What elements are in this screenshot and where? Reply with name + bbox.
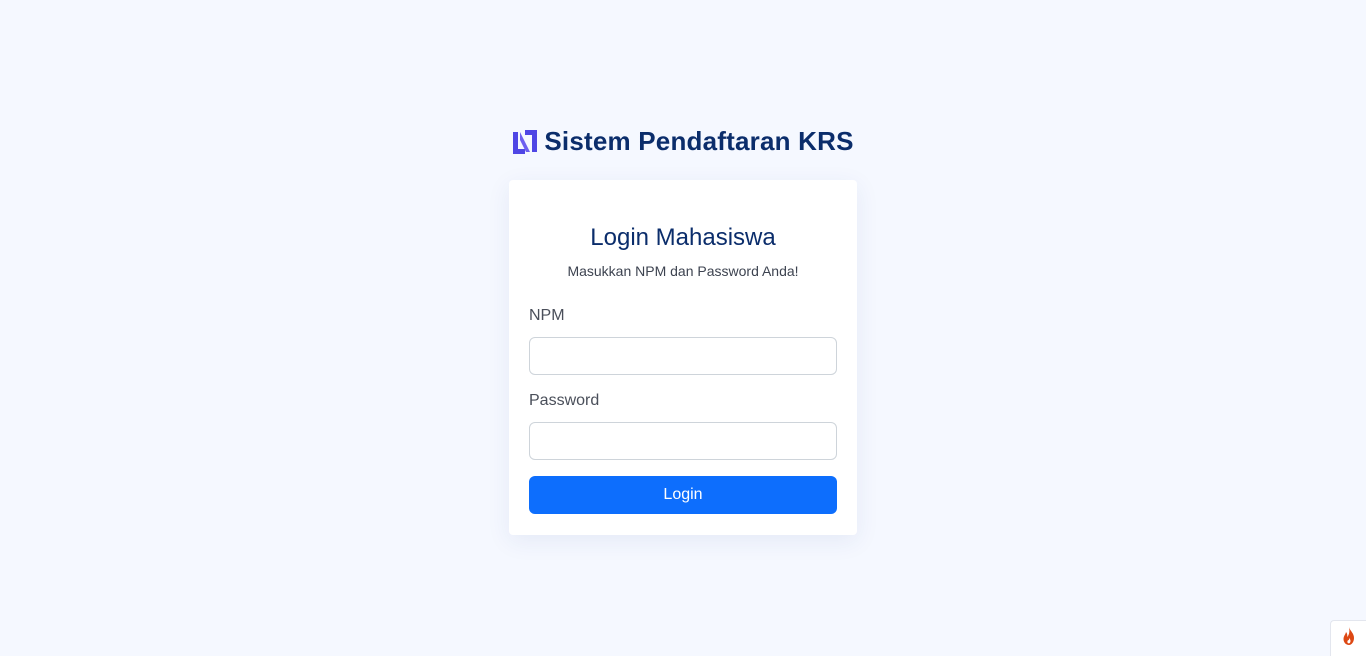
- brand-logo-icon: [512, 129, 538, 155]
- app-title: Sistem Pendaftaran KRS: [544, 126, 854, 156]
- password-input[interactable]: [529, 422, 837, 460]
- login-card: Login Mahasiswa Masukkan NPM dan Passwor…: [509, 180, 857, 535]
- flame-icon: [1340, 626, 1358, 651]
- login-title: Login Mahasiswa: [590, 224, 776, 251]
- app-header: Sistem Pendaftaran KRS: [0, 126, 1366, 157]
- login-subtitle: Masukkan NPM dan Password Anda!: [567, 263, 799, 279]
- password-label: Password: [529, 392, 600, 409]
- login-button[interactable]: Login: [529, 476, 837, 514]
- login-form: NPM Password Login: [529, 306, 837, 514]
- login-page: Sistem Pendaftaran KRS Login Mahasiswa M…: [0, 0, 1366, 656]
- npm-input[interactable]: [529, 337, 837, 375]
- npm-label: NPM: [529, 307, 565, 324]
- debug-toolbar-toggle[interactable]: [1330, 620, 1366, 656]
